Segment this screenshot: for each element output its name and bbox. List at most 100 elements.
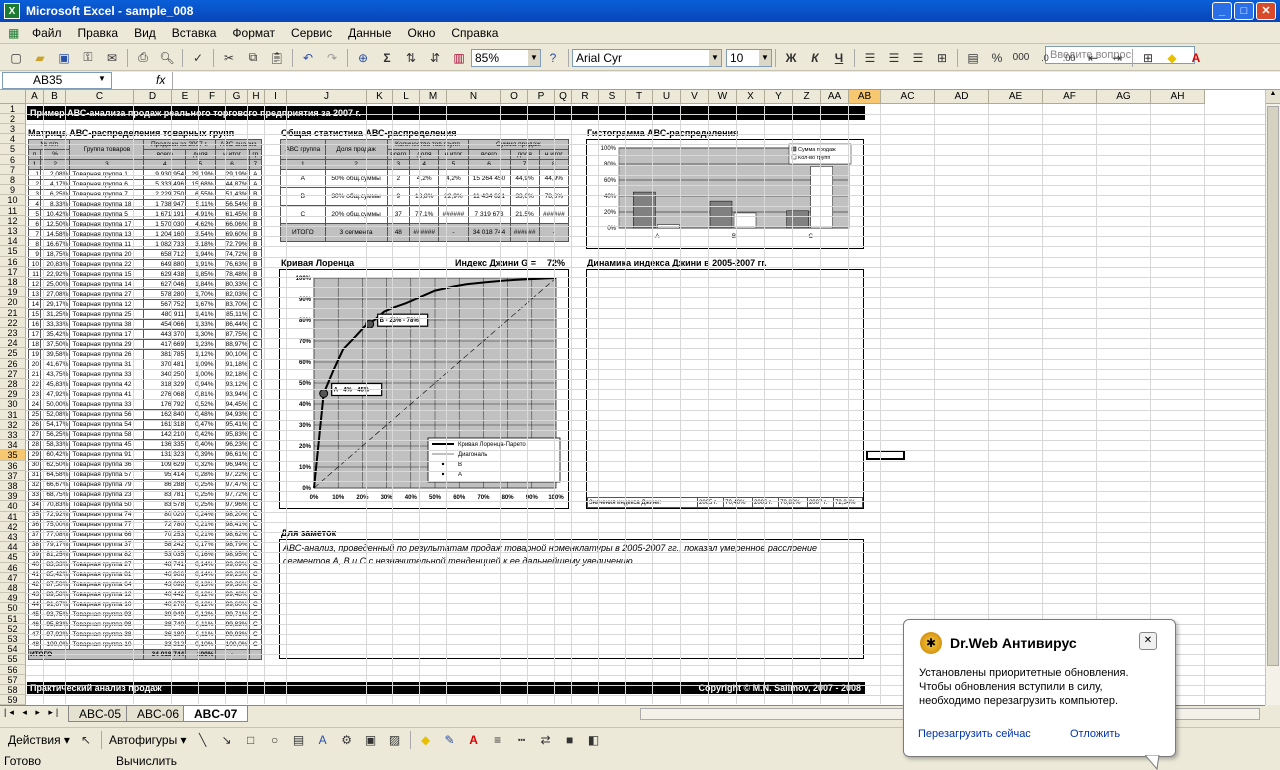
column-header[interactable]: I	[265, 90, 287, 104]
help-icon[interactable]: ?	[542, 48, 564, 68]
mail-icon[interactable]: ✉	[101, 48, 123, 68]
3d-icon[interactable]: ◧	[583, 730, 605, 750]
close-window-button[interactable]: ✕	[1256, 2, 1276, 20]
increase-decimal-icon[interactable]: .0	[1034, 48, 1056, 68]
row-header[interactable]: 9	[0, 185, 26, 196]
tab-abc-05[interactable]: ABC-05	[68, 706, 133, 722]
currency-icon[interactable]: ▤	[962, 48, 984, 68]
row-header[interactable]: 56	[0, 664, 26, 675]
row-header[interactable]: 12	[0, 215, 26, 226]
merge-center-icon[interactable]: ⊞	[931, 48, 953, 68]
column-header[interactable]: AF	[1043, 90, 1097, 104]
row-header[interactable]: 45	[0, 552, 26, 563]
menu-insert[interactable]: Вставка	[164, 26, 225, 40]
sort-desc-icon[interactable]: ⇵	[424, 48, 446, 68]
autoshapes-menu[interactable]: Автофигуры ▾	[105, 733, 191, 747]
row-header[interactable]: 10	[0, 195, 26, 206]
row-header[interactable]: 55	[0, 654, 26, 665]
zoom-combo[interactable]: 85% ▼	[471, 48, 541, 67]
fill-color-icon[interactable]: ◆	[1161, 48, 1183, 68]
row-header[interactable]: 59	[0, 695, 26, 705]
row-header[interactable]: 16	[0, 256, 26, 267]
tab-abc-07[interactable]: ABC-07	[183, 706, 249, 722]
save-icon[interactable]: ▣	[53, 48, 75, 68]
align-left-icon[interactable]: ☰	[859, 48, 881, 68]
sheet-menu-icon[interactable]: ▦	[0, 26, 24, 40]
line-style-icon[interactable]: ≡	[487, 730, 509, 750]
increase-indent-icon[interactable]: ⇥	[1106, 48, 1128, 68]
menu-edit[interactable]: Правка	[70, 26, 127, 40]
borders-icon[interactable]: ⊞	[1137, 48, 1159, 68]
row-header[interactable]: 18	[0, 277, 26, 288]
column-header[interactable]: B	[44, 90, 66, 104]
row-header[interactable]: 27	[0, 368, 26, 379]
row-header[interactable]: 50	[0, 603, 26, 614]
underline-button[interactable]: Ч	[828, 48, 850, 68]
row-header[interactable]: 48	[0, 583, 26, 594]
row-header[interactable]: 32	[0, 419, 26, 430]
row-header[interactable]: 5	[0, 144, 26, 155]
row-header[interactable]: 39	[0, 491, 26, 502]
column-header[interactable]: W	[709, 90, 737, 104]
row-header[interactable]: 29	[0, 389, 26, 400]
restart-now-link[interactable]: Перезагрузить сейчас	[918, 728, 1031, 740]
column-header[interactable]: Y	[765, 90, 793, 104]
line-color-icon[interactable]: ✎	[439, 730, 461, 750]
undo-icon[interactable]: ↶	[297, 48, 319, 68]
vertical-scrollbar[interactable]: ▲	[1265, 90, 1280, 705]
print-icon[interactable]: ⎙	[132, 48, 154, 68]
tab-abc-06[interactable]: ABC-06	[126, 706, 191, 722]
row-header[interactable]: 8	[0, 175, 26, 186]
column-header[interactable]: AC	[881, 90, 935, 104]
decrease-indent-icon[interactable]: ⇤	[1082, 48, 1104, 68]
selected-cell[interactable]	[866, 450, 905, 460]
paste-icon[interactable]: 📋︎	[266, 48, 288, 68]
menu-tools[interactable]: Сервис	[283, 26, 340, 40]
column-header[interactable]: Z	[793, 90, 821, 104]
align-right-icon[interactable]: ☰	[907, 48, 929, 68]
column-header[interactable]: S	[599, 90, 626, 104]
bold-button[interactable]: Ж	[780, 48, 802, 68]
column-header[interactable]: U	[653, 90, 681, 104]
row-header[interactable]: 34	[0, 440, 26, 451]
row-header[interactable]: 33	[0, 430, 26, 441]
redo-icon[interactable]: ↷	[321, 48, 343, 68]
row-header[interactable]: 35	[0, 450, 26, 461]
align-center-icon[interactable]: ☰	[883, 48, 905, 68]
column-header[interactable]: Q	[555, 90, 572, 104]
row-header[interactable]: 52	[0, 623, 26, 634]
column-header[interactable]: X	[737, 90, 765, 104]
column-header[interactable]: D	[134, 90, 172, 104]
rectangle-icon[interactable]: □	[240, 730, 262, 750]
row-header[interactable]: 13	[0, 226, 26, 237]
italic-button[interactable]: К	[804, 48, 826, 68]
function-icon[interactable]: fx	[156, 73, 165, 87]
column-header[interactable]: C	[66, 90, 134, 104]
row-header[interactable]: 44	[0, 542, 26, 553]
row-header[interactable]: 46	[0, 562, 26, 573]
column-header[interactable]: AD	[935, 90, 989, 104]
font-color-icon[interactable]: A	[463, 730, 485, 750]
row-header[interactable]: 19	[0, 287, 26, 298]
clipart-icon[interactable]: ▣	[360, 730, 382, 750]
column-header[interactable]: F	[199, 90, 226, 104]
row-header[interactable]: 22	[0, 317, 26, 328]
column-header[interactable]: R	[572, 90, 599, 104]
column-header[interactable]: AG	[1097, 90, 1151, 104]
row-header[interactable]: 57	[0, 674, 26, 685]
row-header[interactable]: 15	[0, 246, 26, 257]
row-header[interactable]: 40	[0, 501, 26, 512]
arrow-icon[interactable]: ↘	[216, 730, 238, 750]
row-header[interactable]: 24	[0, 338, 26, 349]
column-header[interactable]: V	[681, 90, 709, 104]
chart-wizard-icon[interactable]: ▥	[448, 48, 470, 68]
column-header[interactable]: L	[393, 90, 420, 104]
decrease-decimal-icon[interactable]: .00	[1058, 48, 1080, 68]
row-header[interactable]: 43	[0, 532, 26, 543]
column-header[interactable]: T	[626, 90, 653, 104]
row-header[interactable]: 2	[0, 114, 26, 124]
row-header[interactable]: 21	[0, 307, 26, 318]
row-header[interactable]: 30	[0, 399, 26, 410]
row-header[interactable]: 26	[0, 358, 26, 369]
row-header[interactable]: 17	[0, 266, 26, 277]
